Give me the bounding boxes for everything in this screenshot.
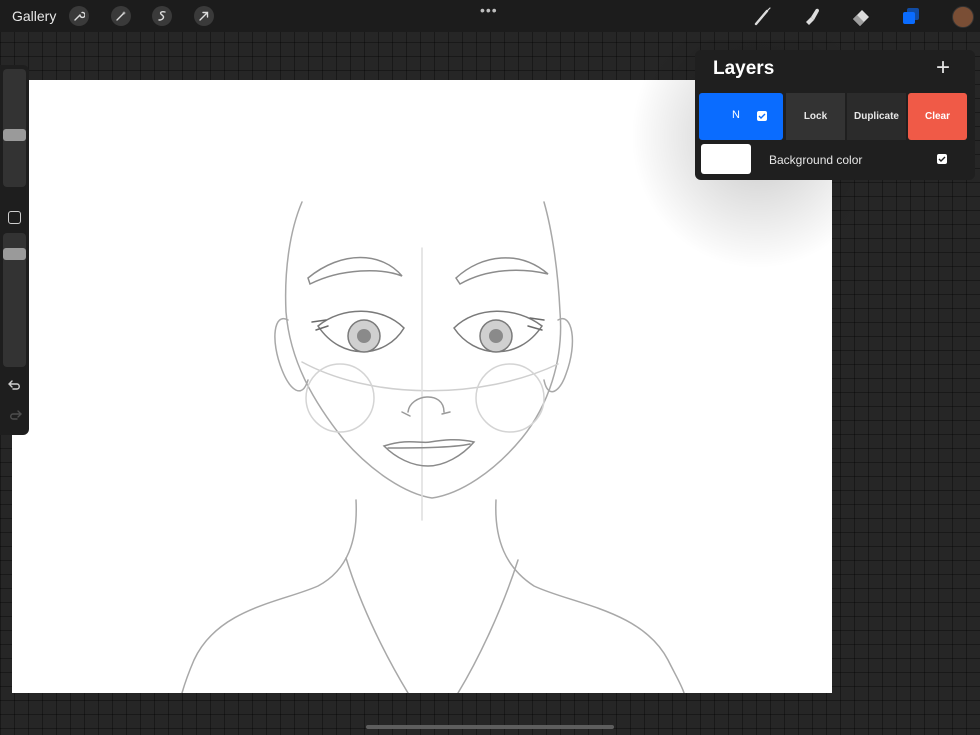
smudge-icon[interactable] <box>801 5 823 27</box>
layers-panel-title: Layers <box>713 58 775 79</box>
brush-icon[interactable] <box>752 5 774 27</box>
active-layer-row: N Lock Duplicate Clear <box>699 93 969 140</box>
undo-icon[interactable] <box>8 378 22 392</box>
top-toolbar: Gallery ••• <box>0 0 980 32</box>
opacity-thumb[interactable] <box>3 248 26 260</box>
home-indicator[interactable] <box>366 725 614 729</box>
blend-mode-button[interactable]: N <box>732 109 740 121</box>
layers-icon[interactable] <box>900 5 922 27</box>
add-layer-button[interactable]: + <box>936 56 950 80</box>
layers-panel: Layers + N Lock Duplicate Clear Backgrou… <box>695 50 975 180</box>
redo-icon[interactable] <box>8 408 22 422</box>
magic-wand-icon[interactable] <box>111 6 131 26</box>
eraser-icon[interactable] <box>850 5 872 27</box>
checkmark-icon <box>758 113 766 119</box>
brush-size-slider[interactable] <box>3 69 26 187</box>
brush-size-thumb[interactable] <box>3 129 26 141</box>
wrench-icon[interactable] <box>69 6 89 26</box>
more-options-icon[interactable]: ••• <box>480 2 498 18</box>
active-layer[interactable]: N <box>699 93 783 140</box>
color-picker-swatch[interactable] <box>952 6 974 28</box>
checkmark-icon <box>938 156 946 162</box>
selection-icon[interactable] <box>152 6 172 26</box>
layer-visibility-checkbox[interactable] <box>757 111 767 121</box>
background-layer-label: Background color <box>769 153 863 167</box>
modify-button[interactable] <box>8 211 21 224</box>
background-layer-row[interactable]: Background color <box>699 142 969 176</box>
duplicate-layer-button[interactable]: Duplicate <box>847 93 906 140</box>
background-color-swatch[interactable] <box>701 144 751 174</box>
left-sidebar <box>0 65 29 435</box>
clear-layer-button[interactable]: Clear <box>908 93 967 140</box>
background-visibility-checkbox[interactable] <box>937 154 947 164</box>
gallery-button[interactable]: Gallery <box>12 8 56 24</box>
lock-layer-button[interactable]: Lock <box>786 93 845 140</box>
transform-arrow-icon[interactable] <box>194 6 214 26</box>
